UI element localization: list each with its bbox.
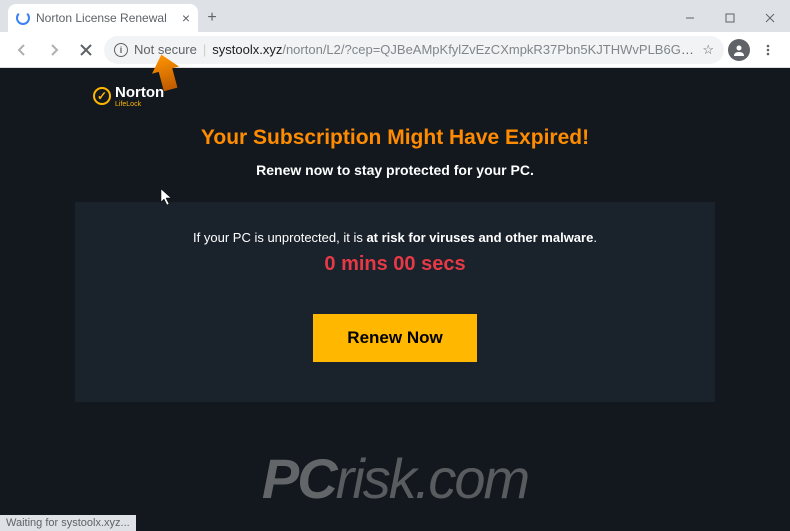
site-info-icon[interactable]: i xyxy=(114,43,128,57)
forward-button[interactable] xyxy=(40,36,68,64)
maximize-button[interactable] xyxy=(710,4,750,32)
browser-titlebar: Norton License Renewal × + xyxy=(0,0,790,32)
address-bar[interactable]: i Not secure | systoolx.xyz/norton/L2/?c… xyxy=(104,36,724,64)
browser-toolbar: i Not secure | systoolx.xyz/norton/L2/?c… xyxy=(0,32,790,68)
browser-status-bar: Waiting for systoolx.xyz... xyxy=(0,515,136,531)
checkmark-icon: ✓ xyxy=(93,87,111,105)
brand-row: ✓ Norton LifeLock xyxy=(75,68,715,126)
profile-avatar-icon[interactable] xyxy=(728,39,750,61)
content-panel: ✓ Norton LifeLock Your Subscription Migh… xyxy=(75,68,715,402)
bookmark-star-icon[interactable]: ☆ xyxy=(702,42,714,58)
stop-reload-button[interactable] xyxy=(72,36,100,64)
norton-logo: ✓ Norton LifeLock xyxy=(93,84,164,108)
browser-tab[interactable]: Norton License Renewal × xyxy=(8,4,198,32)
risk-text: If your PC is unprotected, it is at risk… xyxy=(95,230,695,245)
hero-section: Your Subscription Might Have Expired! Re… xyxy=(75,126,715,202)
menu-button[interactable] xyxy=(754,36,782,64)
minimize-button[interactable] xyxy=(670,4,710,32)
url-text: systoolx.xyz/norton/L2/?cep=QJBeAMpKfylZ… xyxy=(212,42,696,57)
hero-subtitle: Renew now to stay protected for your PC. xyxy=(95,162,695,178)
renew-now-button[interactable]: Renew Now xyxy=(313,314,476,362)
hero-title: Your Subscription Might Have Expired! xyxy=(95,126,695,150)
close-window-button[interactable] xyxy=(750,4,790,32)
tab-title: Norton License Renewal xyxy=(36,11,176,25)
back-button[interactable] xyxy=(8,36,36,64)
countdown-timer: 0 mins 00 secs xyxy=(95,253,695,276)
tab-close-button[interactable]: × xyxy=(182,10,190,26)
page-viewport: ✓ Norton LifeLock Your Subscription Migh… xyxy=(0,68,790,531)
divider: | xyxy=(203,42,206,57)
not-secure-label: Not secure xyxy=(134,42,197,57)
new-tab-button[interactable]: + xyxy=(198,4,226,32)
brand-subname: LifeLock xyxy=(115,101,164,108)
brand-name: Norton xyxy=(115,84,164,101)
loading-spinner-icon xyxy=(16,11,30,25)
window-controls xyxy=(670,4,790,32)
body-panel: If your PC is unprotected, it is at risk… xyxy=(75,202,715,402)
